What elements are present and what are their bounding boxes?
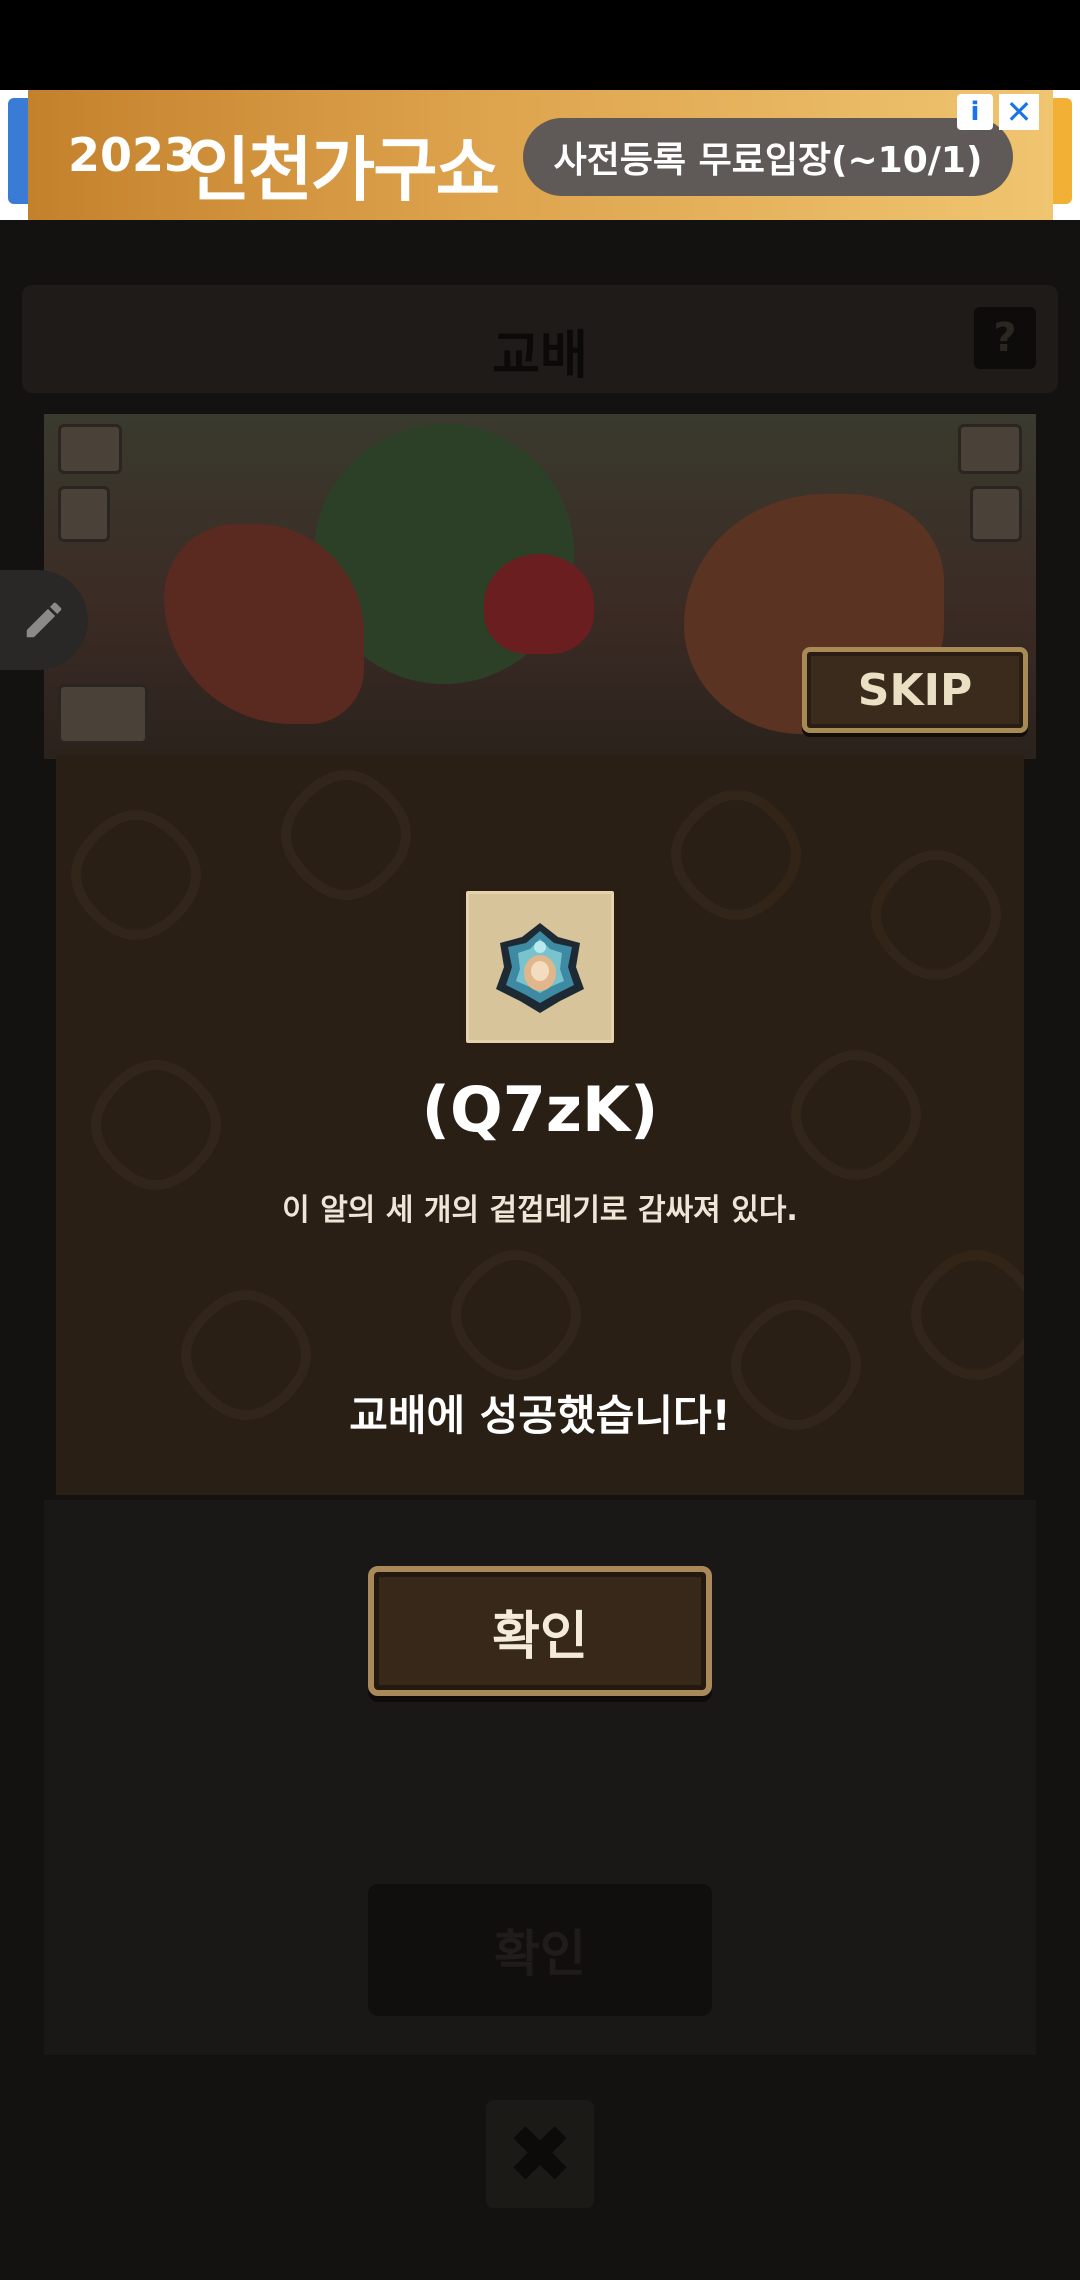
ad-cta-button[interactable]: 사전등록 무료입장(~10/1)	[523, 118, 1013, 196]
ad-banner-frame: 2023 인천가구쇼 사전등록 무료입장(~10/1) i ✕	[0, 90, 1080, 220]
help-button[interactable]: ?	[974, 307, 1036, 369]
breeding-result-dialog: (Q7zK) 이 알의 세 개의 겉껍데기로 감싸져 있다. 교배에 성공했습니…	[56, 755, 1024, 1495]
egg-icon	[496, 923, 584, 1013]
status-bar	[0, 0, 1080, 90]
heart-icon	[484, 554, 594, 654]
egg-item-card	[462, 887, 618, 1047]
ad-title: 인천가구쇼	[186, 129, 500, 211]
result-message: 교배에 성공했습니다!	[349, 1391, 731, 1440]
item-name: (Q7zK)	[421, 1073, 659, 1146]
ad-year: 2023	[68, 128, 197, 182]
info-icon[interactable]: i	[957, 94, 993, 130]
background-close-button: ✖	[486, 2100, 594, 2208]
scene-menu-icon-right[interactable]	[958, 424, 1022, 474]
scene-menu-icon-left[interactable]	[58, 424, 122, 474]
item-description: 이 알의 세 개의 겉껍데기로 감싸져 있다.	[282, 1193, 798, 1228]
pencil-icon	[26, 602, 62, 638]
background-confirm-button: 확인	[368, 1884, 712, 2016]
confirm-button[interactable]: 확인	[368, 1566, 712, 1696]
scene-button-bottom-left[interactable]	[58, 684, 148, 744]
skip-button[interactable]: SKIP	[802, 647, 1028, 733]
book-icon-right[interactable]	[970, 486, 1022, 542]
close-icon[interactable]: ✕	[999, 93, 1039, 131]
page-title: 교배	[492, 326, 588, 386]
ad-banner[interactable]: 2023 인천가구쇼 사전등록 무료입장(~10/1) i ✕	[28, 90, 1053, 220]
book-icon-left[interactable]	[58, 486, 110, 542]
header-bar: 교배 ?	[22, 285, 1058, 393]
